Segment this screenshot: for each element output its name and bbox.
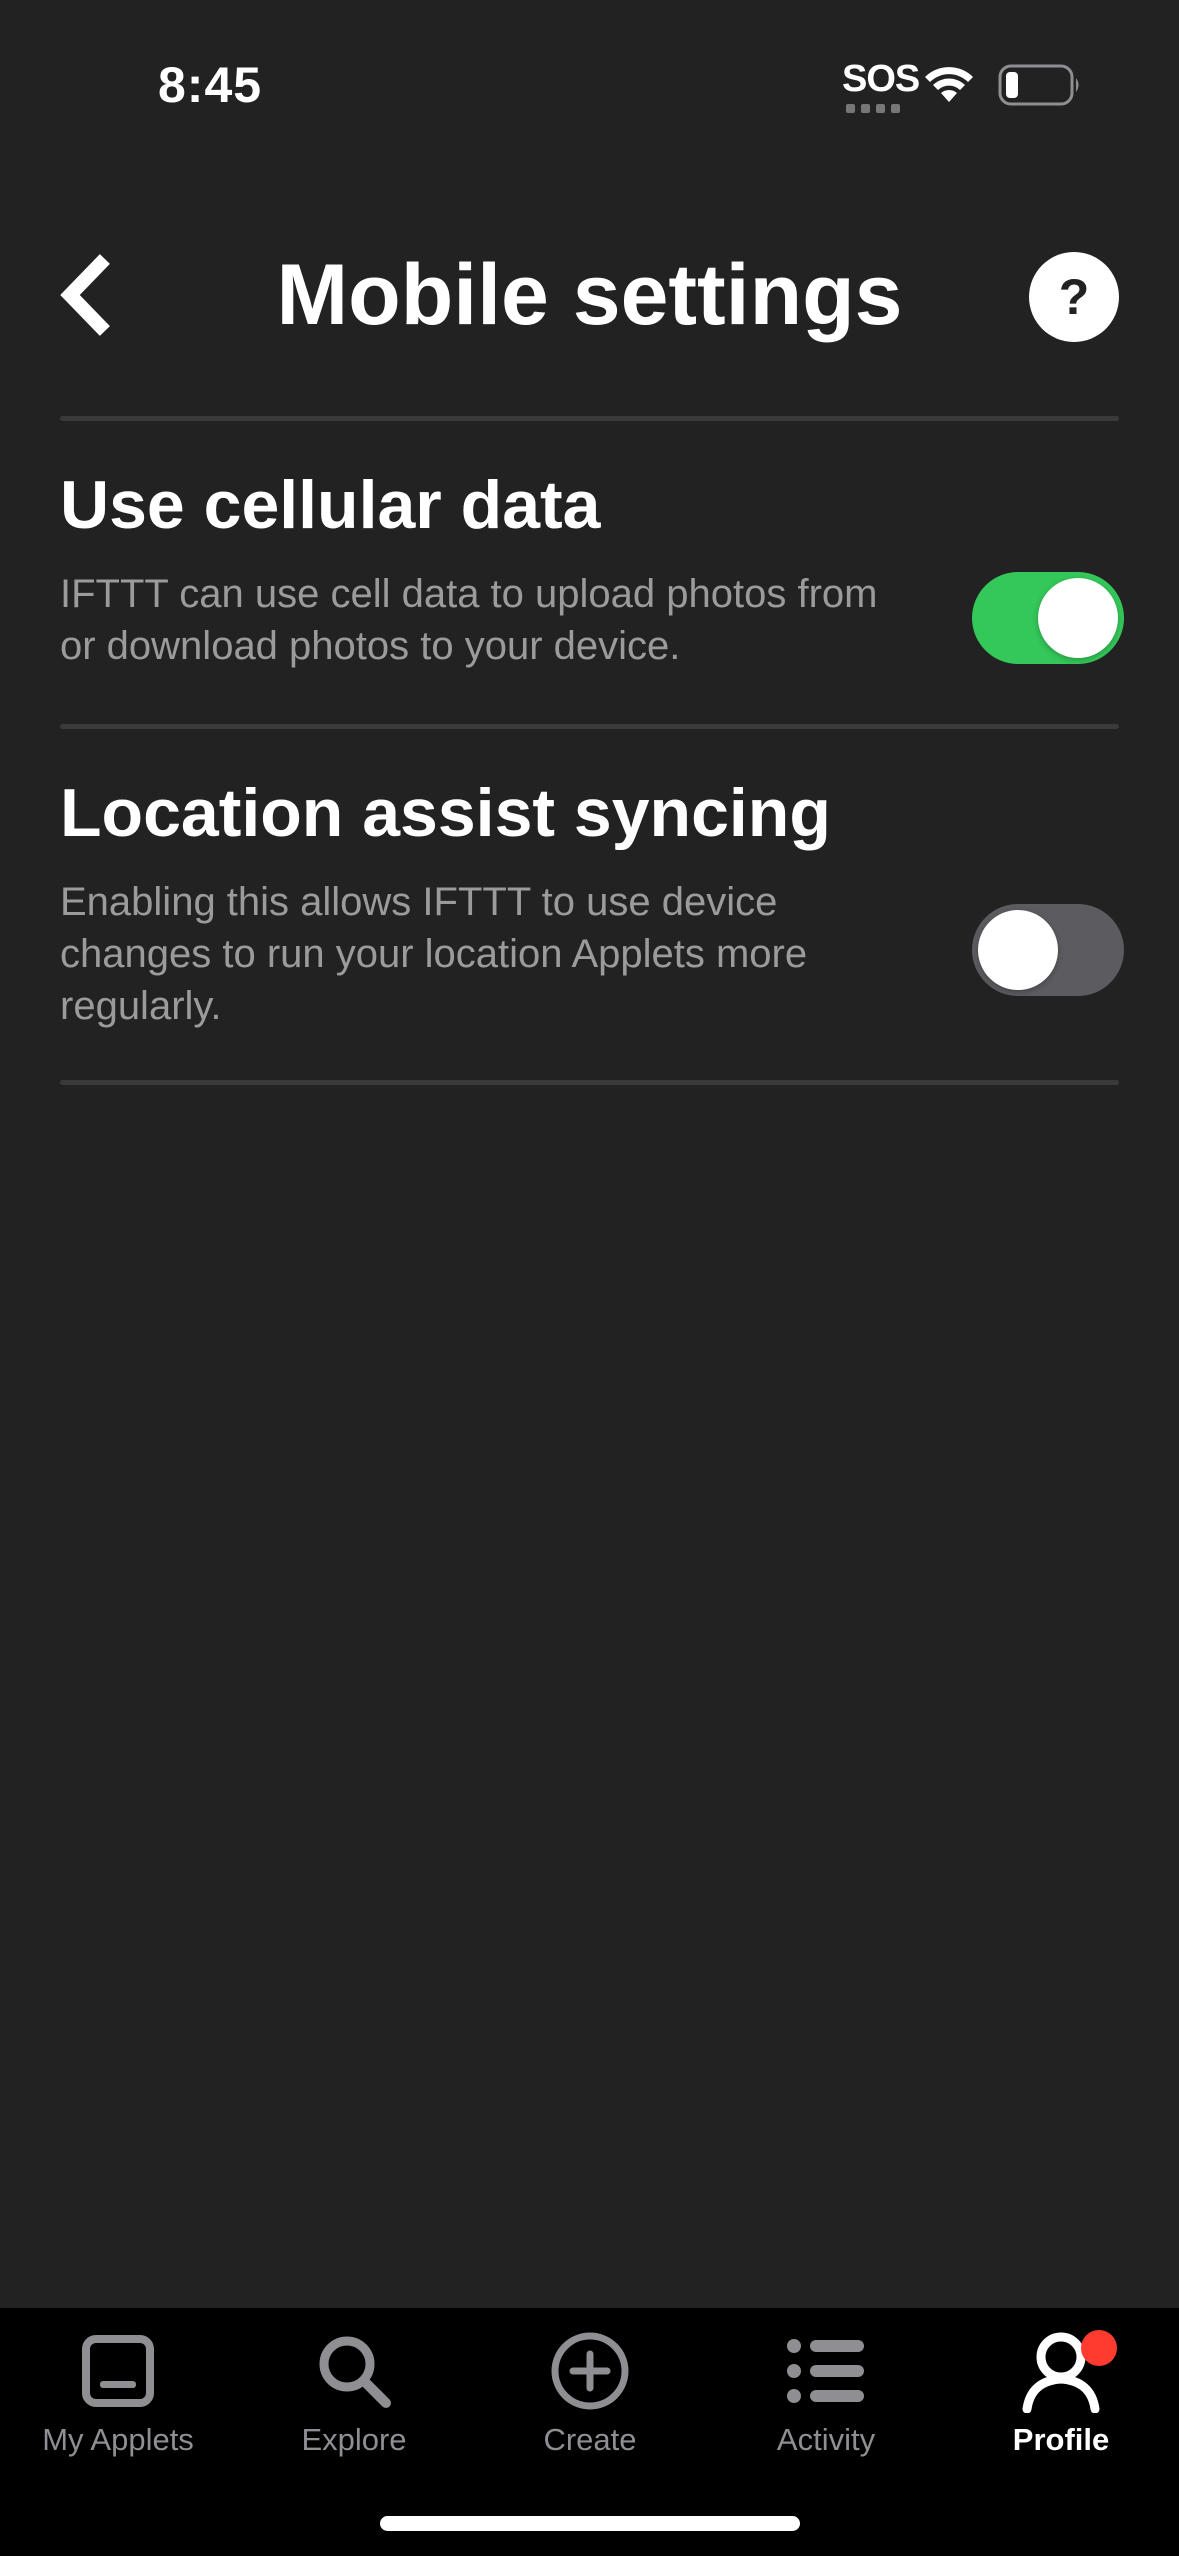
plus-circle-icon [549, 2326, 631, 2416]
tab-label: Activity [776, 2422, 876, 2457]
tab-my-applets[interactable]: My Applets [0, 2308, 236, 2468]
mobile-settings-screen: 8:45 SOS Mobile settings ? Use cellular … [0, 0, 1179, 2556]
page-title: Mobile settings [276, 247, 903, 343]
setting-title: Use cellular data [60, 467, 601, 543]
wifi-icon [925, 67, 973, 102]
divider [60, 416, 1119, 421]
tab-explore[interactable]: Explore [236, 2308, 472, 2468]
tab-label: Explore [301, 2422, 407, 2457]
cellular-data-toggle[interactable] [972, 572, 1124, 664]
signal-dots [846, 104, 900, 113]
setting-title: Location assist syncing [60, 775, 831, 851]
tab-activity[interactable]: Activity [708, 2308, 944, 2468]
setting-description: Enabling this allows IFTTT to use device… [60, 880, 808, 1028]
battery-icon [998, 64, 1079, 106]
my-applets-icon [80, 2326, 156, 2416]
tab-label: Create [543, 2422, 637, 2457]
notification-badge [1081, 2330, 1117, 2366]
tab-label: Profile [1012, 2422, 1110, 2457]
location-assist-toggle[interactable] [972, 904, 1124, 996]
search-icon [314, 2326, 394, 2416]
toggle-knob [978, 910, 1058, 990]
sos-indicator: SOS [842, 58, 920, 100]
tab-create[interactable]: Create [472, 2308, 708, 2468]
status-time: 8:45 [158, 57, 263, 113]
profile-icon [1019, 2326, 1117, 2416]
list-icon [786, 2326, 866, 2416]
help-button[interactable]: ? [1029, 252, 1119, 342]
divider [60, 1080, 1119, 1085]
toggle-knob [1038, 578, 1118, 658]
divider [60, 724, 1119, 729]
status-bar: 8:45 SOS [0, 0, 1179, 170]
home-indicator[interactable] [380, 2516, 800, 2531]
tab-profile[interactable]: Profile [943, 2308, 1179, 2468]
setting-description: IFTTT can use cell data to upload photos… [60, 572, 878, 668]
tab-label: My Applets [42, 2422, 194, 2457]
